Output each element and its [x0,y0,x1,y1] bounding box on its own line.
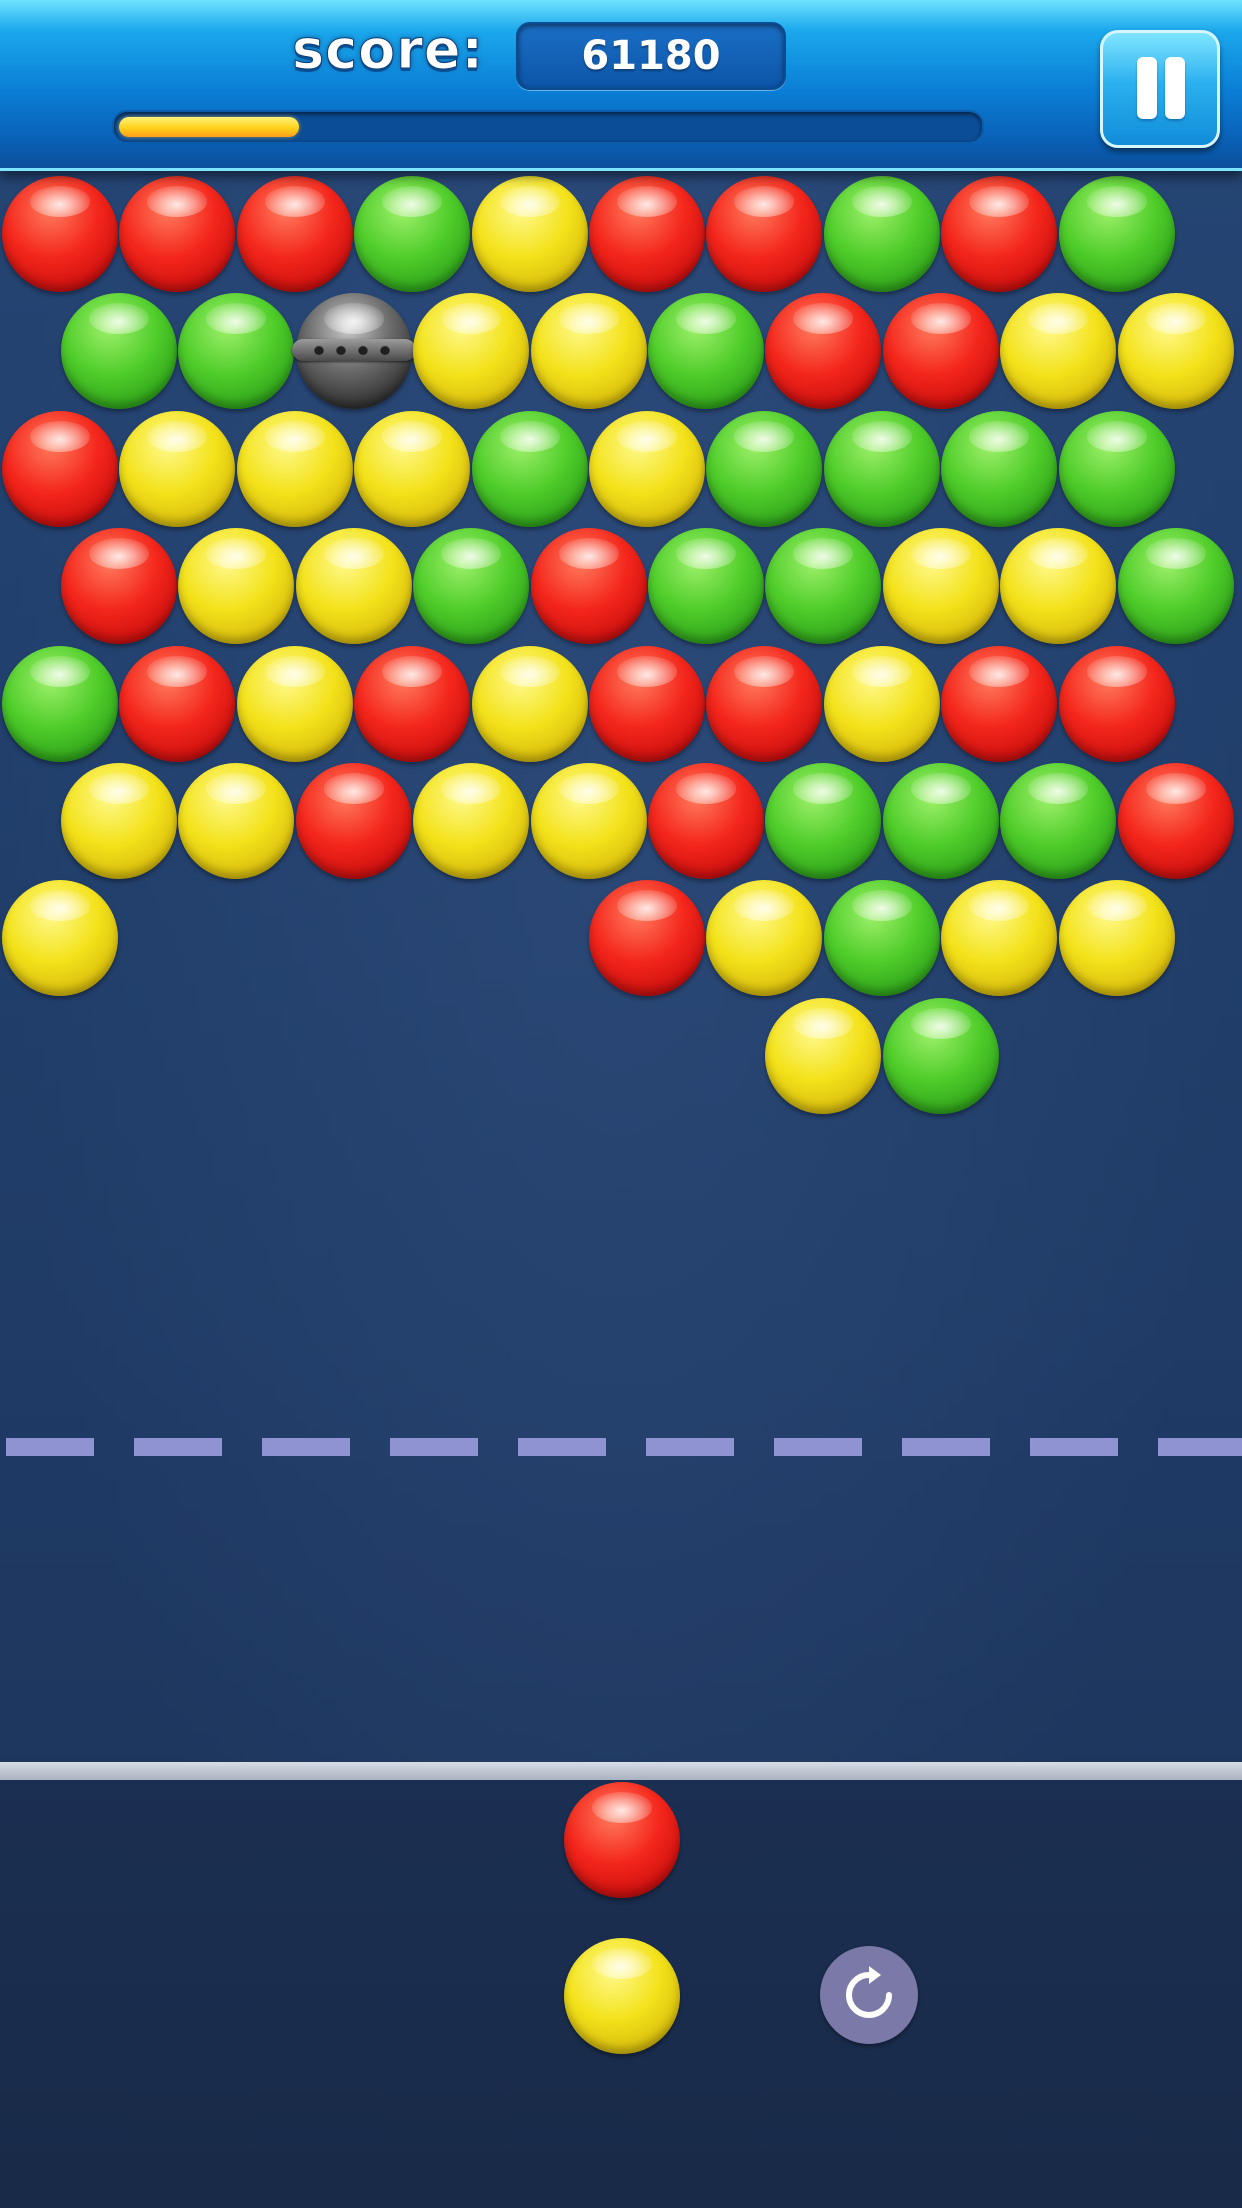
red-bubble [648,763,764,879]
red-bubble [2,411,118,527]
red-bubble [296,763,412,879]
yellow-bubble [472,646,588,762]
danger-line [0,1438,1242,1458]
green-bubble [941,411,1057,527]
red-bubble [589,646,705,762]
danger-line-dash [134,1438,222,1456]
pause-icon [1137,57,1157,119]
yellow-bubble [1000,528,1116,644]
red-bubble [883,293,999,409]
yellow-bubble [824,646,940,762]
level-progress-bar [112,110,984,144]
green-bubble [472,411,588,527]
red-bubble [119,176,235,292]
green-bubble [178,293,294,409]
green-bubble [765,763,881,879]
danger-line-dash [1030,1438,1118,1456]
green-bubble [1059,411,1175,527]
floor-line [0,1762,1242,1780]
yellow-bubble [531,293,647,409]
green-bubble [824,411,940,527]
yellow-bubble [1000,293,1116,409]
red-bubble [354,646,470,762]
green-bubble [413,528,529,644]
red-bubble [1118,763,1234,879]
green-bubble [648,528,764,644]
yellow-bubble [883,528,999,644]
danger-line-dash [390,1438,478,1456]
green-bubble [61,293,177,409]
yellow-bubble [413,763,529,879]
score-box: 61180 [516,22,786,90]
danger-line-dash [902,1438,990,1456]
green-bubble [2,646,118,762]
red-bubble [706,176,822,292]
swap-bubble-button[interactable] [820,1946,918,2044]
red-bubble [61,528,177,644]
yellow-bubble [1059,880,1175,996]
yellow-bubble [472,176,588,292]
game-board[interactable] [0,0,1242,2208]
yellow-bubble [178,763,294,879]
red-bubble [765,293,881,409]
rotate-arrow-icon [846,1966,892,2018]
green-bubble [883,998,999,1114]
yellow-bubble [119,411,235,527]
green-bubble [824,176,940,292]
danger-line-dash [262,1438,350,1456]
red-bubble [941,176,1057,292]
red-bubble [589,880,705,996]
score-value: 61180 [581,33,721,79]
red-bubble [237,176,353,292]
yellow-bubble [1118,293,1234,409]
top-hud: score: 61180 [0,0,1242,171]
green-bubble [706,411,822,527]
current-bubble[interactable] [564,1782,680,1898]
red-bubble [531,528,647,644]
danger-line-dash [6,1438,94,1456]
yellow-bubble [237,411,353,527]
red-bubble [2,176,118,292]
yellow-bubble [354,411,470,527]
danger-line-dash [774,1438,862,1456]
red-bubble [941,646,1057,762]
pause-icon [1165,57,1185,119]
yellow-bubble [296,528,412,644]
yellow-bubble [765,998,881,1114]
red-bubble [706,646,822,762]
danger-line-dash [1158,1438,1242,1456]
yellow-bubble [2,880,118,996]
level-progress-fill [119,117,299,137]
danger-line-dash [518,1438,606,1456]
yellow-bubble [413,293,529,409]
green-bubble [765,528,881,644]
yellow-bubble [61,763,177,879]
yellow-bubble [531,763,647,879]
yellow-bubble [941,880,1057,996]
yellow-bubble [706,880,822,996]
red-bubble [1059,646,1175,762]
yellow-bubble [178,528,294,644]
green-bubble [824,880,940,996]
yellow-bubble [589,411,705,527]
next-bubble[interactable] [564,1938,680,2054]
score-label: score: [291,18,485,82]
pause-button[interactable] [1100,30,1220,148]
danger-line-dash [646,1438,734,1456]
green-bubble [1118,528,1234,644]
red-bubble [589,176,705,292]
green-bubble [1059,176,1175,292]
green-bubble [354,176,470,292]
yellow-bubble [237,646,353,762]
green-bubble [1000,763,1116,879]
red-bubble [119,646,235,762]
bomb-icon [292,339,416,361]
green-bubble [883,763,999,879]
green-bubble [648,293,764,409]
bomb-bubble [292,293,416,409]
